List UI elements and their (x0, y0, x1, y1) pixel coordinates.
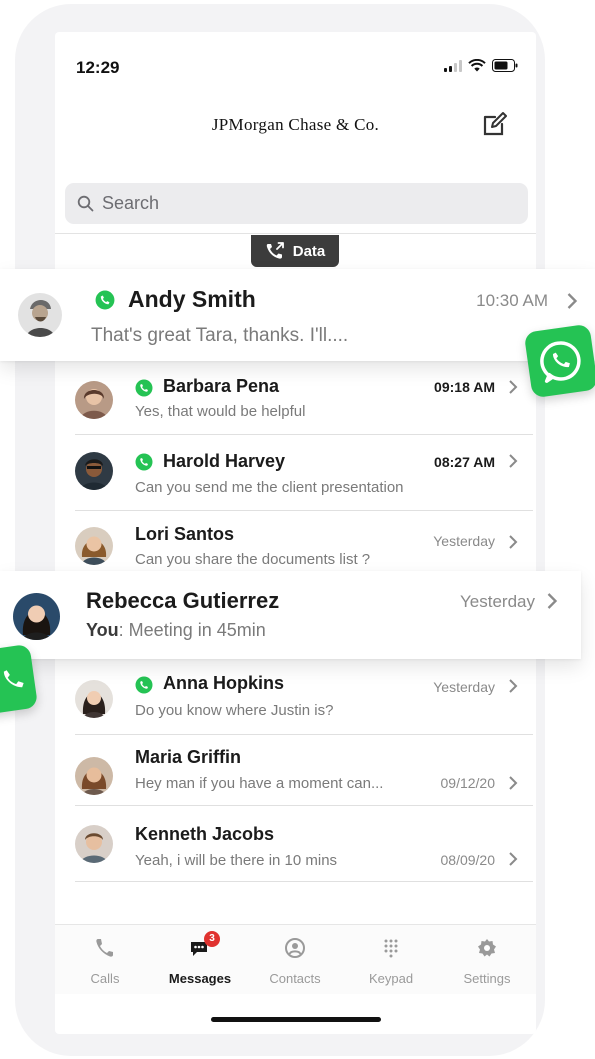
status-time: 12:29 (76, 58, 120, 77)
chevron-right-icon (547, 593, 558, 609)
phone-icon (3, 670, 24, 688)
chevron-right-icon (509, 535, 518, 549)
whatsapp-icon (95, 290, 115, 310)
avatar (75, 452, 113, 490)
featured-conversation-card[interactable]: Andy Smith That's great Tara, thanks. I'… (0, 269, 595, 361)
message-preview: Do you know where Justin is? (135, 702, 334, 719)
divider (75, 510, 533, 511)
compose-icon[interactable] (482, 111, 508, 137)
message-time: Yesterday (433, 679, 495, 695)
chevron-right-icon (509, 454, 518, 468)
avatar (18, 293, 62, 337)
tab-settings[interactable]: Settings (447, 925, 527, 995)
message-text: : Meeting in 45min (118, 620, 266, 640)
whatsapp-icon (135, 453, 153, 471)
message-time: 08:27 AM (434, 454, 495, 470)
battery-icon (492, 59, 518, 72)
data-pill[interactable]: Data (251, 235, 339, 267)
chevron-right-icon (509, 380, 518, 394)
tab-contacts[interactable]: Contacts (255, 925, 335, 995)
tab-label: Calls (90, 971, 120, 986)
phone-icon (96, 939, 113, 957)
message-preview: Hey man if you have a moment can... (135, 775, 384, 792)
search-input[interactable]: Search (102, 193, 159, 214)
message-preview: Can you send me the client presentation (135, 479, 404, 496)
wifi-icon (468, 59, 486, 72)
contact-name: Lori Santos (135, 524, 235, 544)
contact-name: Barbara Pena (163, 376, 280, 396)
keypad-icon (384, 939, 398, 958)
contact-name: Maria Griffin (135, 747, 242, 767)
person-icon (285, 938, 305, 958)
avatar (75, 381, 113, 419)
tab-label: Keypad (368, 971, 414, 986)
message-preview: Can you share the documents list ? (135, 551, 371, 568)
phone-screen: 12:29 JPMorgan Chase & Co. Search Data B… (55, 32, 536, 1034)
message-time: 10:30 AM (476, 291, 548, 310)
conversation-row[interactable]: Harold Harvey Can you send me the client… (75, 450, 533, 524)
search-icon (77, 195, 94, 212)
divider (55, 233, 536, 234)
tab-calls[interactable]: Calls (65, 925, 145, 995)
search-bar[interactable]: Search (65, 183, 528, 224)
tab-label: Messages (168, 971, 232, 986)
message-time: Yesterday (460, 592, 535, 611)
featured-conversation-card[interactable]: Rebecca Gutierrez You: Meeting in 45min … (0, 571, 581, 659)
avatar (13, 593, 60, 640)
phone-transfer-icon (266, 242, 284, 259)
avatar (75, 757, 113, 795)
contact-name: Anna Hopkins (163, 673, 285, 693)
chevron-right-icon (509, 776, 518, 790)
tab-label: Settings (463, 971, 511, 986)
message-time: 09:18 AM (434, 379, 495, 395)
avatar (75, 825, 113, 863)
message-preview: Yes, that would be helpful (135, 403, 306, 420)
contact-name: Andy Smith (128, 286, 256, 312)
whatsapp-icon (135, 676, 153, 694)
tab-messages[interactable]: 3 Messages (160, 925, 240, 995)
home-indicator[interactable] (211, 1017, 381, 1022)
sender-label: You (86, 620, 119, 640)
tab-bar: Calls 3 Messages Contacts Keypad Setting… (55, 924, 536, 994)
divider (75, 881, 533, 882)
tab-keypad[interactable]: Keypad (351, 925, 431, 995)
divider (75, 734, 533, 735)
contact-name: Harold Harvey (163, 451, 286, 471)
whatsapp-badge (523, 323, 595, 399)
message-preview: Yeah, i will be there in 10 mins (135, 852, 338, 869)
status-icons (444, 59, 518, 72)
chevron-right-icon (567, 293, 578, 309)
phone-frame: 12:29 JPMorgan Chase & Co. Search Data B… (15, 4, 545, 1056)
brand-logo: JPMorgan Chase & Co. (211, 115, 380, 134)
message-time: 09/12/20 (440, 775, 496, 791)
avatar (75, 680, 113, 718)
conversation-row[interactable]: Barbara Pena Yes, that would be helpful … (75, 376, 533, 448)
whatsapp-icon (540, 341, 581, 383)
conversation-row[interactable]: Maria Griffin Hey man if you have a mome… (75, 745, 533, 809)
message-preview: That's great Tara, thanks. I'll.... (91, 325, 349, 346)
divider (75, 805, 533, 806)
message-time: 08/09/20 (440, 852, 496, 868)
avatar (75, 527, 113, 565)
conversation-row[interactable]: Anna Hopkins Do you know where Justin is… (75, 672, 533, 736)
message-time: Yesterday (433, 533, 495, 549)
chevron-right-icon (509, 852, 518, 866)
whatsapp-icon (135, 379, 153, 397)
gear-icon (478, 939, 496, 957)
contact-name: Rebecca Gutierrez (86, 588, 280, 613)
conversation-row[interactable]: Kenneth Jacobs Yeah, i will be there in … (75, 822, 533, 884)
divider (75, 434, 533, 435)
contact-name: Kenneth Jacobs (135, 824, 275, 844)
chevron-right-icon (509, 679, 518, 693)
data-pill-label: Data (292, 242, 326, 260)
message-preview: You: Meeting in 45min (86, 620, 266, 641)
tab-label: Contacts (269, 971, 321, 986)
cellular-signal-icon (444, 59, 462, 72)
unread-badge: 3 (204, 931, 220, 947)
